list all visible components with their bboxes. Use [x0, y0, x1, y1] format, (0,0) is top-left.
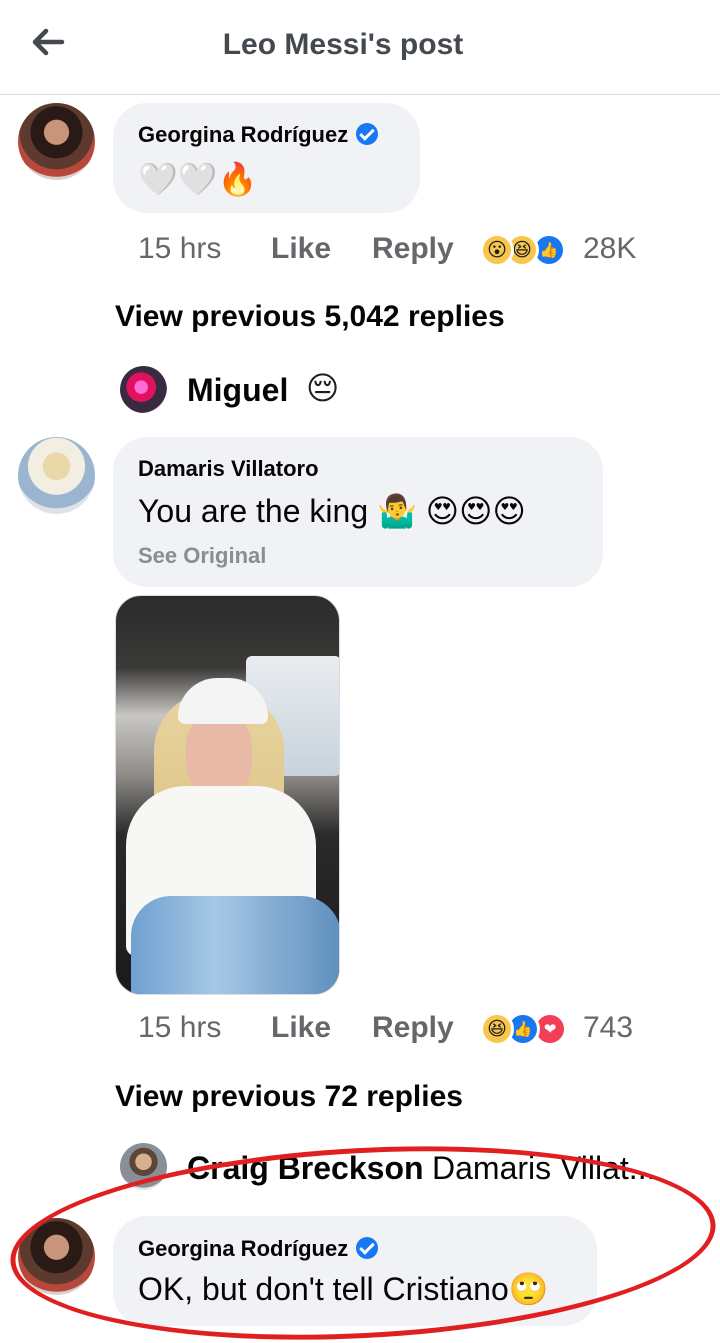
reply-button[interactable]: Reply	[372, 1011, 454, 1045]
comment-author[interactable]: Georgina Rodríguez	[138, 1236, 379, 1262]
wow-reaction-icon: 😮	[480, 233, 514, 267]
collapsed-reply-preview[interactable]: 😔	[306, 372, 339, 404]
collapsed-reply-author[interactable]: Miguel	[187, 372, 288, 409]
like-button[interactable]: Like	[271, 1011, 331, 1045]
reaction-count[interactable]: 743	[583, 1011, 633, 1045]
comment-author[interactable]: Damaris Villatoro	[138, 456, 319, 482]
reaction-count[interactable]: 28K	[583, 232, 636, 266]
photo-subject-jeans	[131, 896, 339, 994]
verified-badge-icon	[356, 123, 379, 145]
comment-text: OK, but don't tell Cristiano🙄	[138, 1271, 549, 1307]
comment-text: You are the king 🤷‍♂️ 😍😍😍	[138, 493, 526, 529]
avatar[interactable]	[18, 103, 95, 180]
comment-time: 15 hrs	[138, 1011, 222, 1044]
reply-button[interactable]: Reply	[372, 232, 454, 266]
comment-text: 🤍🤍🔥	[138, 161, 258, 197]
avatar[interactable]	[120, 1143, 167, 1190]
like-button[interactable]: Like	[271, 232, 331, 266]
haha-reaction-icon: 😆	[480, 1012, 514, 1046]
comment-time: 15 hrs	[138, 232, 222, 265]
verified-badge-icon	[356, 1237, 379, 1259]
view-previous-replies[interactable]: View previous 72 replies	[115, 1080, 463, 1114]
page-title: Leo Messi's post	[222, 28, 464, 61]
avatar[interactable]	[120, 366, 167, 413]
collapsed-reply-author[interactable]: Craig Breckson	[187, 1150, 424, 1187]
avatar[interactable]	[18, 437, 95, 514]
see-original-link[interactable]: See Original	[138, 543, 266, 569]
top-bar: Leo Messi's post	[0, 0, 720, 95]
avatar[interactable]	[18, 1218, 95, 1295]
collapsed-reply-preview[interactable]: Damaris Villat...	[432, 1150, 655, 1187]
photo-subject-face	[186, 714, 252, 796]
view-previous-replies[interactable]: View previous 5,042 replies	[115, 300, 505, 334]
comment-photo[interactable]	[115, 595, 340, 995]
comment-author[interactable]: Georgina Rodríguez	[138, 122, 379, 148]
